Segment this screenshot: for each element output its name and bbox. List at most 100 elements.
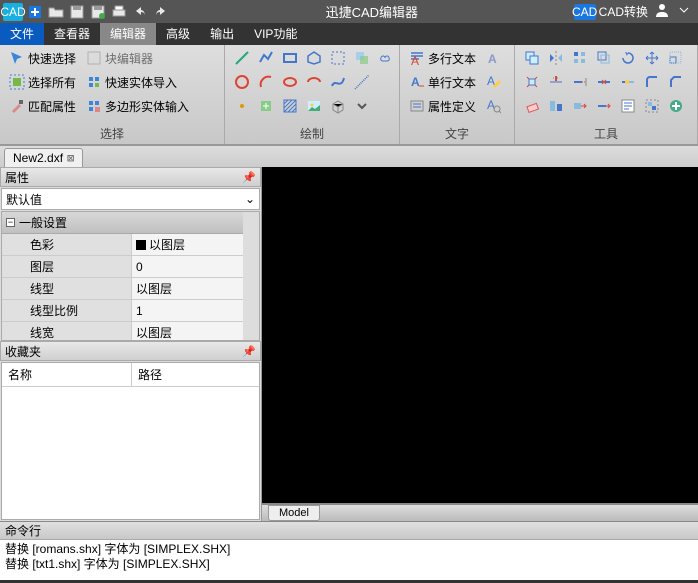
poly-import-button[interactable]: 多边形实体输入 (83, 95, 192, 117)
model-tab[interactable]: Model (268, 505, 320, 521)
insert-block-icon[interactable] (255, 95, 277, 117)
stext-icon: A (409, 74, 425, 90)
drawing-canvas[interactable]: Model (262, 167, 698, 521)
xline-icon[interactable] (351, 71, 373, 93)
app-icon[interactable]: CAD (3, 3, 23, 21)
match-props-button[interactable]: 匹配属性 (6, 95, 79, 117)
erase-icon[interactable] (521, 95, 543, 117)
fav-col-path[interactable]: 路径 (132, 363, 168, 386)
color-swatch (136, 240, 146, 250)
array-icon[interactable] (569, 47, 591, 69)
tab-editor[interactable]: 编辑器 (100, 23, 156, 45)
revcloud-icon[interactable] (375, 47, 397, 69)
print-icon[interactable] (110, 3, 128, 21)
select-all-button[interactable]: 选择所有 (6, 71, 79, 93)
group-icon[interactable] (641, 95, 663, 117)
tab-advanced[interactable]: 高级 (156, 23, 200, 45)
polygon-icon[interactable] (303, 47, 325, 69)
spline-icon[interactable] (327, 71, 349, 93)
mtext-button[interactable]: A多行文本 (406, 47, 479, 69)
tab-output[interactable]: 输出 (200, 23, 244, 45)
chamfer-icon[interactable] (665, 71, 687, 93)
prop-value[interactable]: 以图层 (132, 322, 259, 341)
boundary-icon[interactable] (327, 47, 349, 69)
prop-key: 线型 (2, 278, 132, 299)
cmdline-output[interactable]: 替换 [romans.shx] 字体为 [SIMPLEX.SHX] 替换 [tx… (0, 540, 698, 580)
block-icon (86, 50, 102, 66)
scale-icon[interactable] (665, 47, 687, 69)
quick-select-button[interactable]: 快速选择 (6, 47, 79, 69)
save-icon[interactable] (68, 3, 86, 21)
tab-viewer[interactable]: 查看器 (44, 23, 100, 45)
text-find-icon[interactable]: A (483, 95, 505, 117)
region-icon[interactable] (351, 47, 373, 69)
stext-button[interactable]: A单行文本 (406, 71, 479, 93)
user-icon[interactable] (654, 2, 670, 21)
properties-icon[interactable] (617, 95, 639, 117)
prop-group-header[interactable]: −一般设置 (2, 212, 259, 234)
saveas-icon[interactable] (89, 3, 107, 21)
file-tab[interactable]: New2.dxf ⊠ (4, 148, 83, 167)
explode-icon[interactable] (521, 71, 543, 93)
more-tools-icon[interactable] (665, 95, 687, 117)
svg-text:A: A (411, 54, 419, 66)
join-icon[interactable] (617, 71, 639, 93)
prop-row[interactable]: 图层0 (2, 256, 259, 278)
prop-row[interactable]: 线型以图层 (2, 278, 259, 300)
trim-icon[interactable] (545, 71, 567, 93)
mirror-icon[interactable] (545, 47, 567, 69)
redo-icon[interactable] (152, 3, 170, 21)
props-combo[interactable]: 默认值⌄ (1, 188, 260, 210)
copy-icon[interactable] (521, 47, 543, 69)
block-editor-button[interactable]: 块编辑器 (83, 47, 192, 69)
hatch-icon[interactable] (279, 95, 301, 117)
pin-icon[interactable]: 📌 (242, 345, 256, 358)
scrollbar[interactable] (243, 212, 259, 340)
close-tab-icon[interactable]: ⊠ (67, 151, 74, 165)
cad-badge-icon: CAD (574, 4, 596, 20)
image-icon[interactable] (303, 95, 325, 117)
prop-value[interactable]: 以图层 (132, 234, 259, 255)
circle-icon[interactable] (231, 71, 253, 93)
prop-value[interactable]: 以图层 (132, 278, 259, 299)
lengthen-icon[interactable] (593, 95, 615, 117)
new-icon[interactable] (26, 3, 44, 21)
break-icon[interactable] (593, 71, 615, 93)
point-icon[interactable] (231, 95, 253, 117)
group-label-draw: 绘制 (229, 123, 395, 144)
text-style-icon[interactable]: A (483, 47, 505, 69)
fast-import-button[interactable]: 快速实体导入 (83, 71, 192, 93)
tab-vip[interactable]: VIP功能 (244, 23, 307, 45)
undo-icon[interactable] (131, 3, 149, 21)
align-icon[interactable] (545, 95, 567, 117)
cad-convert-button[interactable]: CAD CAD转换 (574, 3, 648, 20)
prop-row[interactable]: 线宽以图层 (2, 322, 259, 341)
prop-value[interactable]: 1 (132, 300, 259, 321)
stretch-icon[interactable] (569, 95, 591, 117)
rect-icon[interactable] (279, 47, 301, 69)
open-icon[interactable] (47, 3, 65, 21)
ellipse-icon[interactable] (279, 71, 301, 93)
prop-row[interactable]: 线型比例1 (2, 300, 259, 322)
extend-icon[interactable] (569, 71, 591, 93)
move-icon[interactable] (641, 47, 663, 69)
dropdown-button[interactable] (351, 95, 373, 117)
3dface-icon[interactable] (327, 95, 349, 117)
svg-text:A: A (411, 75, 420, 89)
line-icon[interactable] (231, 47, 253, 69)
offset-icon[interactable] (593, 47, 615, 69)
rotate-icon[interactable] (617, 47, 639, 69)
polyline-icon[interactable] (255, 47, 277, 69)
collapse-icon[interactable]: − (6, 218, 15, 227)
pin-icon[interactable]: 📌 (242, 171, 256, 184)
arc-icon[interactable] (255, 71, 277, 93)
fav-col-name[interactable]: 名称 (2, 363, 132, 386)
dropdown-icon[interactable] (676, 2, 692, 21)
attdef-button[interactable]: 属性定义 (406, 95, 479, 117)
fillet-icon[interactable] (641, 71, 663, 93)
text-edit-icon[interactable]: A (483, 71, 505, 93)
prop-value[interactable]: 0 (132, 256, 259, 277)
prop-row[interactable]: 色彩以图层 (2, 234, 259, 256)
tab-file[interactable]: 文件 (0, 23, 44, 45)
ellipse-arc-icon[interactable] (303, 71, 325, 93)
